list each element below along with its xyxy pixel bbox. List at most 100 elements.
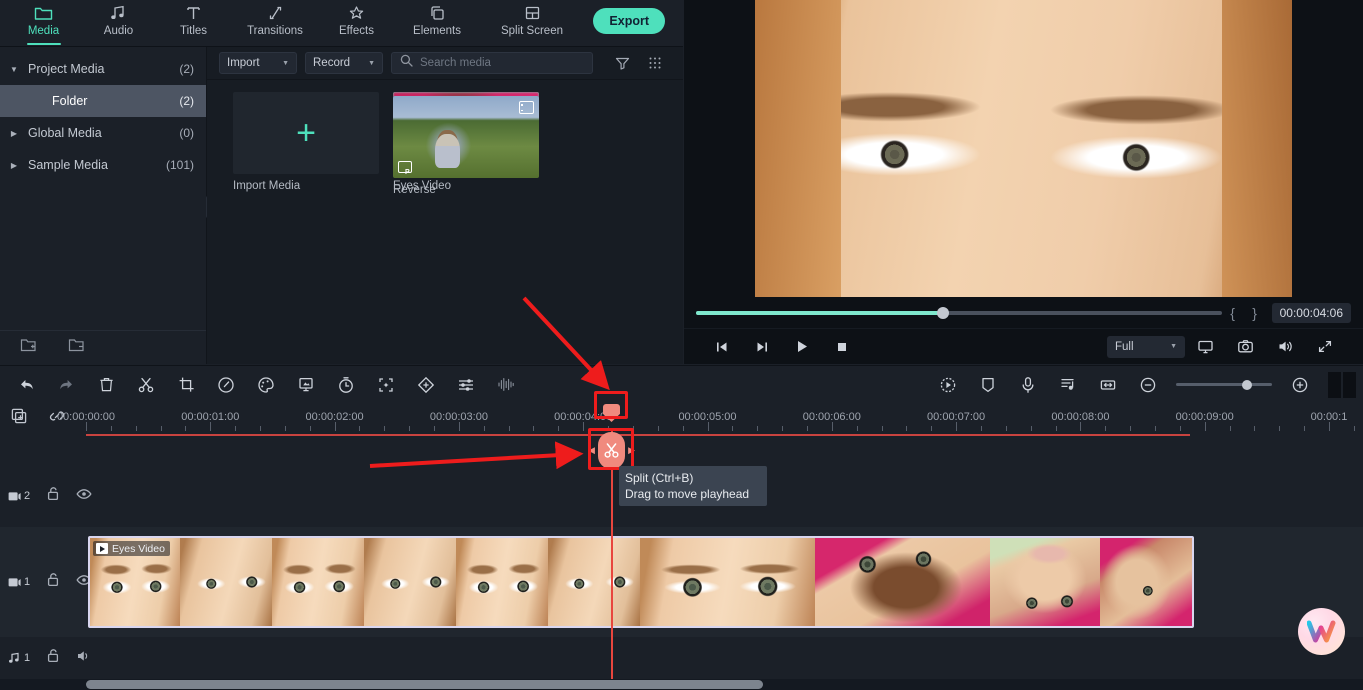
track-number: 1 [8,576,30,588]
grid-view-icon[interactable] [648,56,662,70]
ruler-tick-minor [1279,426,1281,431]
scrollbar-thumb[interactable] [86,680,763,689]
play-icon[interactable] [782,339,822,354]
sidebar-item-project-media[interactable]: ▼ Project Media (2) [0,53,206,85]
undo-arrow-icon[interactable] [6,366,46,404]
filter-funnel-icon[interactable] [615,56,630,70]
next-frame-icon[interactable] [742,340,782,354]
import-dropdown[interactable]: Import ▼ [219,52,297,74]
playhead-split-handle[interactable]: ◀ ▶ [588,432,635,469]
nav-tab-label: Media [27,25,60,37]
nav-tab-media[interactable]: Media [6,0,81,47]
video-preview-canvas[interactable] [755,0,1292,297]
monitor-icon[interactable] [1185,339,1225,355]
folder-plus-icon[interactable] [20,337,38,358]
sidebar-item-global-media[interactable]: ▶ Global Media (0) [0,117,206,149]
marker-shield-icon[interactable] [968,366,1008,404]
seek-handle[interactable] [937,307,950,319]
ruler-tick-minor [384,426,386,431]
record-dropdown[interactable]: Record ▼ [305,52,383,74]
zoom-slider-handle[interactable] [1242,379,1253,390]
crosshair-icon[interactable] [366,366,406,404]
add-track-icon[interactable] [10,407,28,430]
eye-icon[interactable] [76,487,92,505]
nav-tab-audio[interactable]: Audio [81,0,156,47]
clip-frame [364,538,456,626]
sidebar-item-sample-media[interactable]: ▶ Sample Media (101) [0,149,206,181]
trash-icon[interactable] [86,366,126,404]
scissors-icon[interactable] [126,366,166,404]
audio-track-1[interactable]: 1 [0,637,1363,679]
ruler-tick-minor [1229,426,1231,431]
microphone-icon[interactable] [1008,366,1048,404]
beat-sync-icon[interactable] [1048,366,1088,404]
video-film-icon [519,101,534,114]
sidebar-item-folder[interactable]: Folder (2) [0,85,206,117]
diamond-plus-icon[interactable] [406,366,446,404]
unlock-icon[interactable] [46,572,60,592]
unlock-icon[interactable] [46,648,60,668]
folder-minus-icon[interactable] [68,337,86,358]
export-button[interactable]: Export [593,8,665,34]
quality-dropdown[interactable]: Full ▼ [1107,335,1185,358]
ruler-tick-minor [1304,426,1306,431]
waveform-icon[interactable] [486,366,526,404]
timeline-zoom-slider[interactable] [1176,379,1272,390]
render-preview-icon[interactable] [928,366,968,404]
ruler-tick-minor [608,426,610,431]
media-browser-panel: Import ▼ Record ▼ Search media + Import … [207,47,683,364]
timeline-ruler[interactable]: 00:00:00:00 00:00:01:00 00:00:02:00 00:00:0… [57,403,1363,436]
chevron-right-icon: ▶ [10,160,18,170]
search-media-field[interactable] [391,52,593,74]
sidebar-item-count: (0) [179,126,194,140]
split-screen-icon [523,4,542,22]
media-card-reverse[interactable]: P Reverse [393,96,539,196]
ruler-tick-minor [483,426,485,431]
track-header: 1 [0,637,88,679]
nav-tab-titles[interactable]: Titles [156,0,231,47]
search-input[interactable] [420,57,584,69]
nav-tab-transitions[interactable]: Transitions [231,0,319,47]
crop-icon[interactable] [166,366,206,404]
timeline-horizontal-scrollbar[interactable] [0,679,1363,690]
speaker-icon[interactable] [76,649,92,668]
redo-arrow-icon[interactable] [46,366,86,404]
unlock-icon[interactable] [46,486,60,506]
camera-icon[interactable] [1225,339,1265,354]
ruler-tick-minor [632,426,634,431]
stopwatch-icon[interactable] [326,366,366,404]
minus-circle-icon[interactable] [1128,366,1168,404]
sidebar-item-count: (101) [165,158,194,172]
timeline-clip-eyes-video[interactable]: Eyes Video [88,536,1194,628]
nav-tab-elements[interactable]: Elements [394,0,480,47]
panel-layout-toggle[interactable] [1320,366,1363,404]
ruler-tick-major [1204,422,1206,431]
speedometer-icon[interactable] [206,366,246,404]
seek-slider[interactable] [696,307,1222,319]
prev-frame-icon[interactable] [702,340,742,354]
media-card-label: Reverse [393,184,436,196]
video-track-1[interactable]: 1 Eyes Video [0,527,1363,637]
transition-arrows-icon [266,4,285,22]
text-t-icon [184,4,203,22]
drag-left-arrow-icon: ◀ [588,445,595,455]
nav-tab-split-screen[interactable]: Split Screen [480,0,584,47]
stop-icon[interactable] [822,340,862,354]
media-thumbnail[interactable]: P [393,96,539,178]
wondershare-logo [1298,608,1345,655]
speaker-icon[interactable] [1265,339,1305,354]
sliders-icon[interactable] [446,366,486,404]
media-card-import[interactable]: + Import Media [233,92,379,196]
ruler-tick-major [956,422,958,431]
import-media-dropzone[interactable]: + [233,92,379,174]
palette-icon[interactable] [246,366,286,404]
mark-out-button[interactable]: } [1244,305,1266,321]
mark-in-button[interactable]: { [1222,305,1244,321]
fit-width-icon[interactable] [1088,366,1128,404]
ruler-tick-minor [309,426,311,431]
ruler-tick-minor [881,426,883,431]
plus-circle-icon[interactable] [1280,366,1320,404]
green-screen-icon[interactable] [286,366,326,404]
expand-arrows-icon[interactable] [1305,339,1345,354]
nav-tab-effects[interactable]: Effects [319,0,394,47]
